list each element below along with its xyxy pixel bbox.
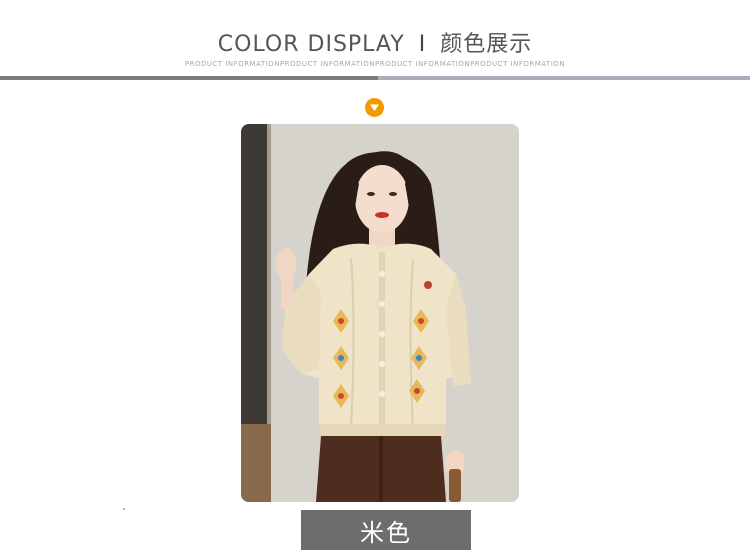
product-photo <box>241 124 519 502</box>
title-english: COLOR DISPLAY <box>217 32 405 57</box>
divider-light <box>378 76 750 80</box>
section-title: COLOR DISPLAY I 颜色展示 <box>0 26 750 58</box>
section-subtitle: PRODUCT INFORMATIONPRODUCT INFORMATIONPR… <box>184 60 566 68</box>
stray-mark: ` <box>122 508 127 519</box>
title-separator: I <box>418 32 427 57</box>
chevron-down-icon <box>365 98 384 117</box>
title-chinese: 颜色展示 <box>440 32 533 57</box>
divider-dark <box>0 76 378 80</box>
color-name-label: 米色 <box>301 510 471 550</box>
